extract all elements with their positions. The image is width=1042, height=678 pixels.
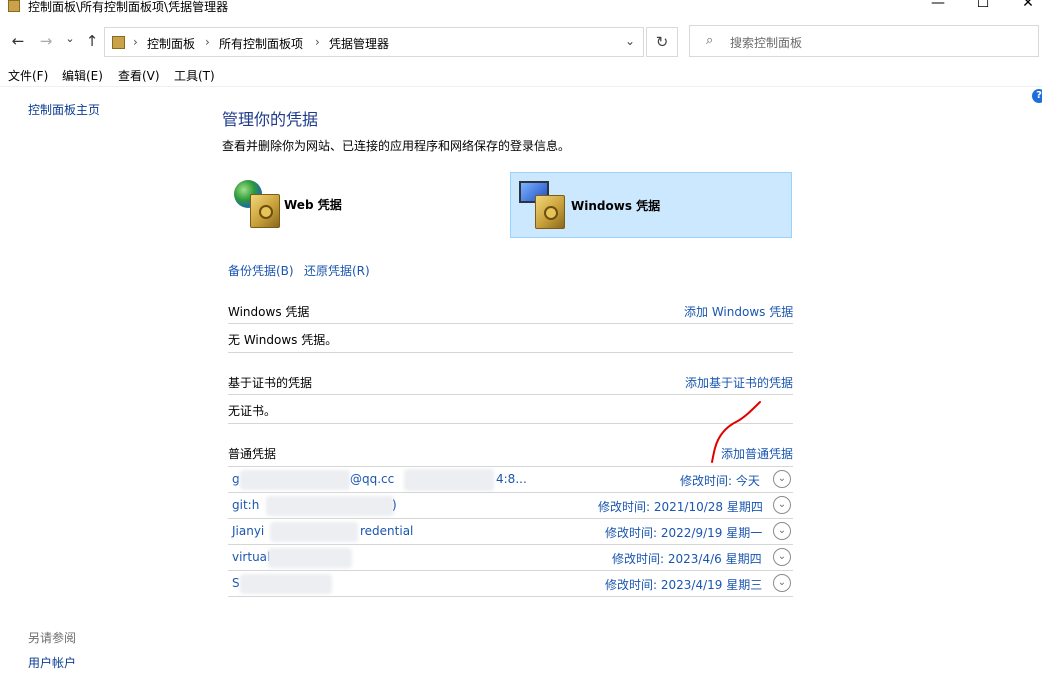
breadcrumb-control-panel[interactable]: 控制面板 <box>147 35 195 52</box>
menu-file[interactable]: 文件(F) <box>8 67 48 84</box>
credential-name-tail: 4:8... <box>496 472 527 486</box>
address-dropdown-chevron-icon[interactable]: ⌄ <box>625 34 635 48</box>
generic-credentials-section-title: 普通凭据 <box>228 447 277 461</box>
breadcrumb-separator: › <box>133 35 138 49</box>
breadcrumb-all-items[interactable]: 所有控制面板项 <box>219 35 303 52</box>
menu-tools[interactable]: 工具(T) <box>174 67 215 84</box>
title-bar: 控制面板\所有控制面板项\凭据管理器 — ☐ ✕ <box>0 0 1042 14</box>
vault-icon <box>250 194 280 228</box>
expand-chevron-icon[interactable]: ⌄ <box>773 522 791 540</box>
window-title: 控制面板\所有控制面板项\凭据管理器 <box>28 0 229 14</box>
menu-bar: 文件(F) 编辑(E) 查看(V) 工具(T) <box>0 66 1042 86</box>
page-description: 查看并删除你为网站、已连接的应用程序和网络保存的登录信息。 <box>222 139 571 153</box>
credential-row[interactable]: Jianyi redential 修改时间: 2022/9/19 星期一 ⌄ <box>228 519 793 545</box>
credential-modified-date: 修改时间: 2021/10/28 星期四 <box>598 500 763 514</box>
menu-edit[interactable]: 编辑(E) <box>62 67 103 84</box>
breadcrumb-separator: › <box>315 35 320 49</box>
help-icon[interactable]: ? <box>1032 89 1042 103</box>
expand-chevron-icon[interactable]: ⌄ <box>773 548 791 566</box>
redacted-region <box>404 469 494 491</box>
credential-name-tail: redential <box>360 524 414 538</box>
expand-chevron-icon[interactable]: ⌄ <box>773 470 791 488</box>
redacted-region <box>268 548 352 568</box>
credential-modified-date: 修改时间: 今天 <box>680 474 760 488</box>
add-windows-credential-link[interactable]: 添加 Windows 凭据 <box>684 303 793 320</box>
redacted-region <box>270 522 358 542</box>
expand-chevron-icon[interactable]: ⌄ <box>773 496 791 514</box>
windows-credentials-card[interactable]: Windows 凭据 <box>510 172 792 238</box>
address-bar[interactable]: › 控制面板 › 所有控制面板项 › 凭据管理器 ⌄ <box>104 27 644 57</box>
redacted-region <box>266 496 394 516</box>
windows-credentials-label: Windows 凭据 <box>571 199 661 213</box>
up-arrow-icon[interactable]: ↑ <box>82 31 102 51</box>
add-certificate-credential-link[interactable]: 添加基于证书的凭据 <box>685 374 793 391</box>
navigation-bar: ← → ⌄ ↑ › 控制面板 › 所有控制面板项 › 凭据管理器 ⌄ ↻ ⌕ 搜… <box>0 24 1042 58</box>
maximize-button[interactable]: ☐ <box>960 0 1006 14</box>
control-panel-home-link[interactable]: 控制面板主页 <box>28 101 100 118</box>
red-annotation-stroke <box>711 401 761 463</box>
minimize-button[interactable]: — <box>915 0 961 14</box>
see-also-label: 另请参阅 <box>28 631 77 645</box>
expand-chevron-icon[interactable]: ⌄ <box>773 574 791 592</box>
credential-row[interactable]: S 修改时间: 2023/4/19 星期三 ⌄ <box>228 571 793 597</box>
row-divider <box>228 596 793 597</box>
user-accounts-link[interactable]: 用户帐户 <box>28 654 76 671</box>
search-input[interactable]: ⌕ 搜索控制面板 <box>689 25 1039 57</box>
redacted-region <box>240 470 350 490</box>
breadcrumb-credential-manager[interactable]: 凭据管理器 <box>329 35 389 52</box>
section-divider <box>228 323 793 324</box>
credential-row[interactable]: g @qq.cc 4:8... 修改时间: 今天 ⌄ <box>228 467 793 493</box>
web-credentials-card[interactable]: Web 凭据 <box>228 172 510 238</box>
credential-manager-icon <box>8 0 20 12</box>
credential-name: Jianyi <box>232 524 265 538</box>
restore-credentials-link[interactable]: 还原凭据(R) <box>304 262 370 279</box>
credential-row[interactable]: virtual 修改时间: 2023/4/6 星期四 ⌄ <box>228 545 793 571</box>
section-divider <box>228 394 793 395</box>
forward-arrow-icon[interactable]: → <box>36 31 56 51</box>
windows-credentials-section-title: Windows 凭据 <box>228 305 310 319</box>
page-title: 管理你的凭据 <box>222 110 319 129</box>
credential-modified-date: 修改时间: 2023/4/19 星期三 <box>605 578 763 592</box>
back-arrow-icon[interactable]: ← <box>8 31 28 51</box>
windows-credentials-empty-text: 无 Windows 凭据。 <box>228 333 338 347</box>
menu-view[interactable]: 查看(V) <box>118 67 160 84</box>
credential-row[interactable]: git:h ) 修改时间: 2021/10/28 星期四 ⌄ <box>228 493 793 519</box>
credential-modified-date: 修改时间: 2022/9/19 星期一 <box>605 526 763 540</box>
credential-manager-icon <box>112 36 125 49</box>
section-divider <box>228 352 793 353</box>
search-icon: ⌕ <box>706 33 714 48</box>
web-credentials-label: Web 凭据 <box>284 198 342 212</box>
credential-name: git:h <box>232 498 260 512</box>
menu-divider <box>0 86 1042 87</box>
refresh-button[interactable]: ↻ <box>646 27 678 57</box>
credential-name: g <box>232 472 240 486</box>
search-placeholder: 搜索控制面板 <box>730 36 803 50</box>
credential-modified-date: 修改时间: 2023/4/6 星期四 <box>612 552 762 566</box>
credential-name: virtual <box>232 550 271 564</box>
certificate-empty-text: 无证书。 <box>228 404 277 418</box>
close-button[interactable]: ✕ <box>1005 0 1042 14</box>
credential-name-tail: @qq.cc <box>350 472 395 486</box>
credential-name: S <box>232 576 240 590</box>
vault-icon <box>535 195 565 229</box>
redacted-region <box>240 574 332 594</box>
backup-credentials-link[interactable]: 备份凭据(B) <box>228 262 294 279</box>
credential-name-tail: ) <box>392 498 397 512</box>
certificate-credentials-section-title: 基于证书的凭据 <box>228 376 313 390</box>
recent-locations-chevron-icon[interactable]: ⌄ <box>60 29 80 49</box>
breadcrumb-separator: › <box>205 35 210 49</box>
